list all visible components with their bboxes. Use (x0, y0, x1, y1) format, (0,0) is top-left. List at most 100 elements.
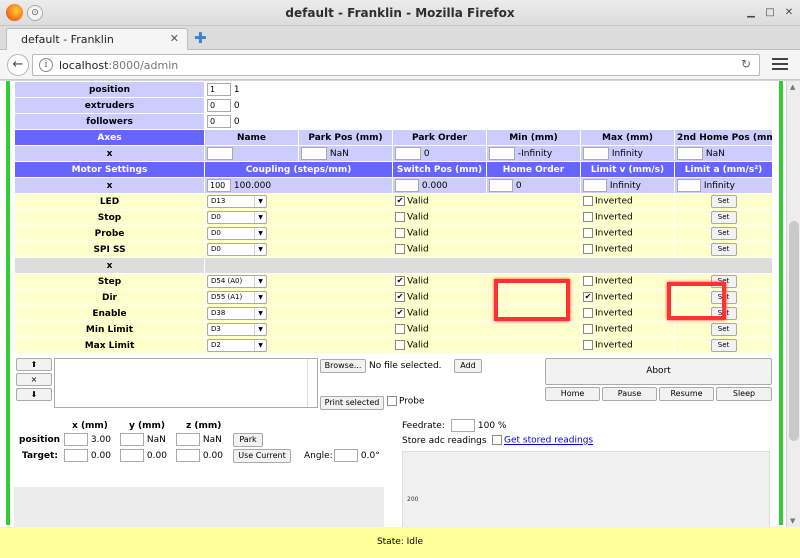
top-row-input[interactable]: 1 (207, 83, 231, 96)
inverted-checkbox[interactable] (583, 196, 593, 207)
inverted-checkbox[interactable] (583, 228, 593, 239)
inverted-checkbox[interactable] (583, 276, 593, 287)
close-window-icon[interactable]: ✕ (781, 5, 797, 21)
maximize-icon[interactable]: □ (762, 5, 778, 21)
limit-v-input[interactable] (583, 179, 607, 192)
valid-checkbox[interactable] (395, 228, 405, 239)
max-input[interactable] (583, 147, 609, 160)
scrollbar-thumb[interactable] (789, 221, 799, 441)
top-row-input[interactable]: 0 (207, 99, 231, 112)
inverted-checkbox[interactable] (583, 308, 593, 319)
valid-checkbox[interactable]: ✔ (395, 308, 405, 319)
valid-checkbox[interactable] (395, 212, 405, 223)
abort-button[interactable]: Abort (545, 358, 772, 385)
pos-x-value: 3.00 (90, 435, 111, 445)
vertical-scrollbar[interactable]: ▲ ▼ (786, 81, 800, 527)
pin-row: Stop D0 ▼ Valid Inverted Set (14, 209, 774, 226)
target-z-input[interactable] (176, 449, 200, 462)
inverted-checkbox[interactable] (583, 212, 593, 223)
coupling-input[interactable]: 100 (207, 179, 231, 192)
valid-checkbox[interactable]: ✔ (395, 292, 405, 303)
move-up-button[interactable]: ⬆ (16, 358, 52, 371)
pause-button[interactable]: Pause (602, 387, 657, 401)
valid-checkbox[interactable]: ✔ (395, 276, 405, 287)
gcode-list-scrollbar[interactable] (307, 359, 317, 407)
valid-checkbox[interactable] (395, 324, 405, 335)
min-input[interactable] (489, 147, 515, 160)
feedrate-input[interactable] (451, 419, 475, 432)
new-tab-icon[interactable]: ✚ (194, 29, 207, 47)
valid-label: Valid (407, 212, 429, 223)
chevron-down-icon: ▼ (254, 212, 266, 223)
probe-checkbox[interactable] (387, 396, 397, 406)
set-button[interactable]: Set (710, 339, 737, 352)
reload-icon[interactable]: ↻ (741, 57, 751, 71)
set-button[interactable]: Set (710, 227, 737, 240)
pos-x-input[interactable] (64, 433, 88, 446)
pin-select[interactable]: D0 ▼ (207, 211, 267, 224)
park-pos-input[interactable] (301, 147, 327, 160)
target-x-input[interactable] (64, 449, 88, 462)
tab-close-icon[interactable]: ✕ (170, 32, 179, 45)
browse-button[interactable]: Browse... (320, 359, 366, 373)
pos-y-input[interactable] (120, 433, 144, 446)
pin-select[interactable]: D2 ▼ (207, 339, 267, 352)
inverted-checkbox[interactable]: ✔ (583, 292, 593, 303)
hamburger-menu-icon[interactable] (772, 56, 788, 72)
minimize-icon[interactable]: ▁ (743, 5, 759, 21)
inverted-checkbox[interactable] (583, 324, 593, 335)
back-arrow-icon[interactable]: ← (7, 54, 29, 76)
pin-select[interactable]: D38 ▼ (207, 307, 267, 320)
inverted-checkbox[interactable] (583, 244, 593, 255)
valid-checkbox[interactable]: ✔ (395, 196, 405, 207)
limit-a-input[interactable] (677, 179, 701, 192)
scroll-down-icon[interactable]: ▼ (790, 517, 795, 525)
top-row-input[interactable]: 0 (207, 115, 231, 128)
pin-select[interactable]: D3 ▼ (207, 323, 267, 336)
axes-header-cell: Park Pos (mm) (298, 129, 393, 146)
angle-input[interactable] (334, 449, 358, 462)
valid-checkbox[interactable] (395, 244, 405, 255)
home2-input[interactable] (677, 147, 703, 160)
axis-name-input[interactable] (207, 147, 233, 160)
position-canvas[interactable] (14, 487, 384, 529)
park-button[interactable]: Park (233, 433, 263, 447)
valid-checkbox[interactable] (395, 340, 405, 351)
pin-select[interactable]: D55 (A1) ▼ (207, 291, 267, 304)
url-bar[interactable]: i localhost:8000/admin ↻ (32, 54, 760, 76)
valid-label: Valid (407, 292, 429, 303)
get-readings-link[interactable]: Get stored readings (504, 436, 593, 446)
add-button[interactable]: Add (454, 359, 482, 373)
motor-header-cell: Switch Pos (mm) (392, 161, 487, 178)
pin-row: SPI SS D0 ▼ Valid Inverted Set (14, 241, 774, 258)
adc-checkbox[interactable] (492, 435, 502, 445)
pos-z-input[interactable] (176, 433, 200, 446)
gcode-queue-list[interactable] (54, 358, 318, 408)
set-button[interactable]: Set (710, 195, 737, 208)
top-row-value: 0 (233, 101, 240, 111)
pin-select[interactable]: D54 (A0) ▼ (207, 275, 267, 288)
inverted-checkbox[interactable] (583, 340, 593, 351)
pin-select[interactable]: D13 ▼ (207, 195, 267, 208)
browser-tab[interactable]: default - Franklin ✕ (6, 28, 188, 50)
resume-button[interactable]: Resume (659, 387, 714, 401)
target-y-input[interactable] (120, 449, 144, 462)
set-button[interactable]: Set (710, 323, 737, 336)
move-down-button[interactable]: ⬇ (16, 388, 52, 401)
set-button[interactable]: Set (710, 243, 737, 256)
sleep-button[interactable]: Sleep (716, 387, 772, 401)
home-order-input[interactable] (489, 179, 513, 192)
scroll-up-icon[interactable]: ▲ (790, 83, 795, 91)
use-current-button[interactable]: Use Current (233, 449, 291, 463)
pin-select[interactable]: D0 ▼ (207, 227, 267, 240)
pin-row: Min Limit D3 ▼ Valid Inverted Set (14, 321, 774, 338)
probe-option[interactable]: Probe (387, 396, 425, 407)
info-icon[interactable]: i (39, 58, 53, 72)
remove-button[interactable]: × (16, 373, 52, 386)
park-order-input[interactable] (395, 147, 421, 160)
home-button[interactable]: Home (545, 387, 600, 401)
switch-pos-input[interactable] (395, 179, 419, 192)
pin-select[interactable]: D0 ▼ (207, 243, 267, 256)
print-selected-button[interactable]: Print selected (320, 396, 384, 410)
set-button[interactable]: Set (710, 211, 737, 224)
